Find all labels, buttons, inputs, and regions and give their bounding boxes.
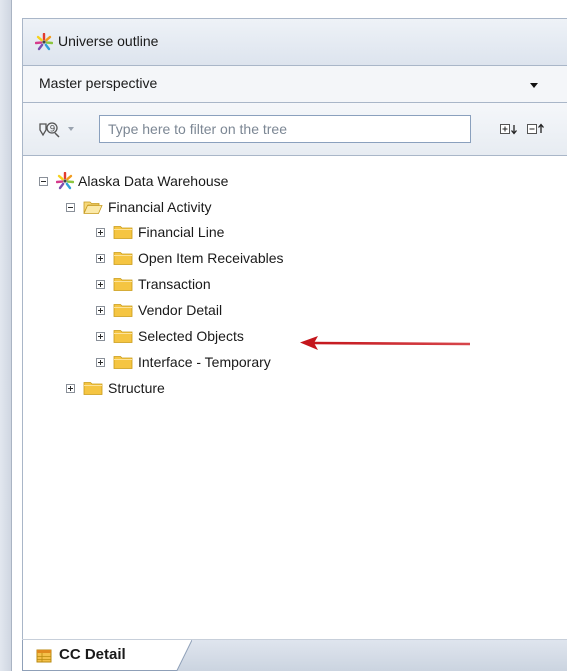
expand-toggle-icon[interactable] [96,227,105,237]
universe-outline-panel: Universe outline Master perspective 9 Ty… [22,18,567,639]
tree-node-label: Vendor Detail [138,302,223,318]
table-icon [36,649,52,663]
tree-node-label: Financial Activity [108,199,212,215]
dropdown-caret-icon[interactable] [530,83,538,88]
collapse-toggle-icon[interactable] [66,202,75,212]
tree-node-structure[interactable]: Structure [66,376,165,400]
universe-logo-icon [56,172,74,190]
filter-options-icon[interactable]: 9 [37,118,61,140]
expand-toggle-icon[interactable] [66,383,75,393]
folder-icon [113,252,133,265]
tab-cc-detail[interactable]: CC Detail [22,640,192,671]
svg-text:9: 9 [50,125,56,135]
filter-toolbar: 9 [23,103,567,156]
left-window-edge [0,0,12,671]
panel-titlebar: Universe outline [23,19,567,66]
folder-icon [113,356,133,369]
tree-node-root[interactable]: Alaska Data Warehouse [39,169,228,193]
tree-node-label: Financial Line [138,224,225,240]
panel-title: Universe outline [58,33,159,49]
folder-icon [113,304,133,317]
bottom-tab-strip: CC Detail [22,640,567,671]
open-folder-icon [83,201,103,214]
perspective-selected-value: Master perspective [39,75,158,91]
folder-icon [113,330,133,343]
tree-node-label: Interface - Temporary [138,354,271,370]
folder-icon [113,226,133,239]
expand-toggle-icon[interactable] [96,279,105,289]
expand-toggle-icon[interactable] [96,305,105,315]
tree-node-label: Open Item Receivables [138,250,284,266]
tree-node-financial-line[interactable]: Financial Line [96,220,224,244]
folder-icon [83,382,103,395]
collapse-toggle-icon[interactable] [39,176,48,186]
tree-node-financial-activity[interactable]: Financial Activity [66,195,211,219]
tree-node-label: Selected Objects [138,328,244,344]
perspective-dropdown[interactable]: Master perspective [23,66,567,103]
tree-node-label: Structure [108,380,165,396]
filter-options-dropdown-icon[interactable] [68,127,74,131]
folder-icon [113,278,133,291]
expand-all-icon[interactable] [499,121,519,137]
tree-node-open-item-receivables[interactable]: Open Item Receivables [96,246,284,270]
tree-filter-input[interactable] [99,115,471,143]
tree-node-label: Alaska Data Warehouse [78,173,229,189]
universe-logo-icon [35,33,53,51]
red-annotation-arrow [300,336,471,350]
tree-node-selected-objects[interactable]: Selected Objects [96,324,244,348]
tree-node-interface-temporary[interactable]: Interface - Temporary [96,350,271,374]
tab-label: CC Detail [59,646,126,663]
universe-tree: Alaska Data Warehouse Financial Activity… [23,156,567,616]
tree-node-vendor-detail[interactable]: Vendor Detail [96,298,222,322]
tree-node-label: Transaction [138,276,211,292]
expand-toggle-icon[interactable] [96,357,105,367]
tree-node-transaction[interactable]: Transaction [96,272,211,296]
expand-toggle-icon[interactable] [96,253,105,263]
collapse-all-icon[interactable] [526,121,546,137]
expand-toggle-icon[interactable] [96,331,105,341]
